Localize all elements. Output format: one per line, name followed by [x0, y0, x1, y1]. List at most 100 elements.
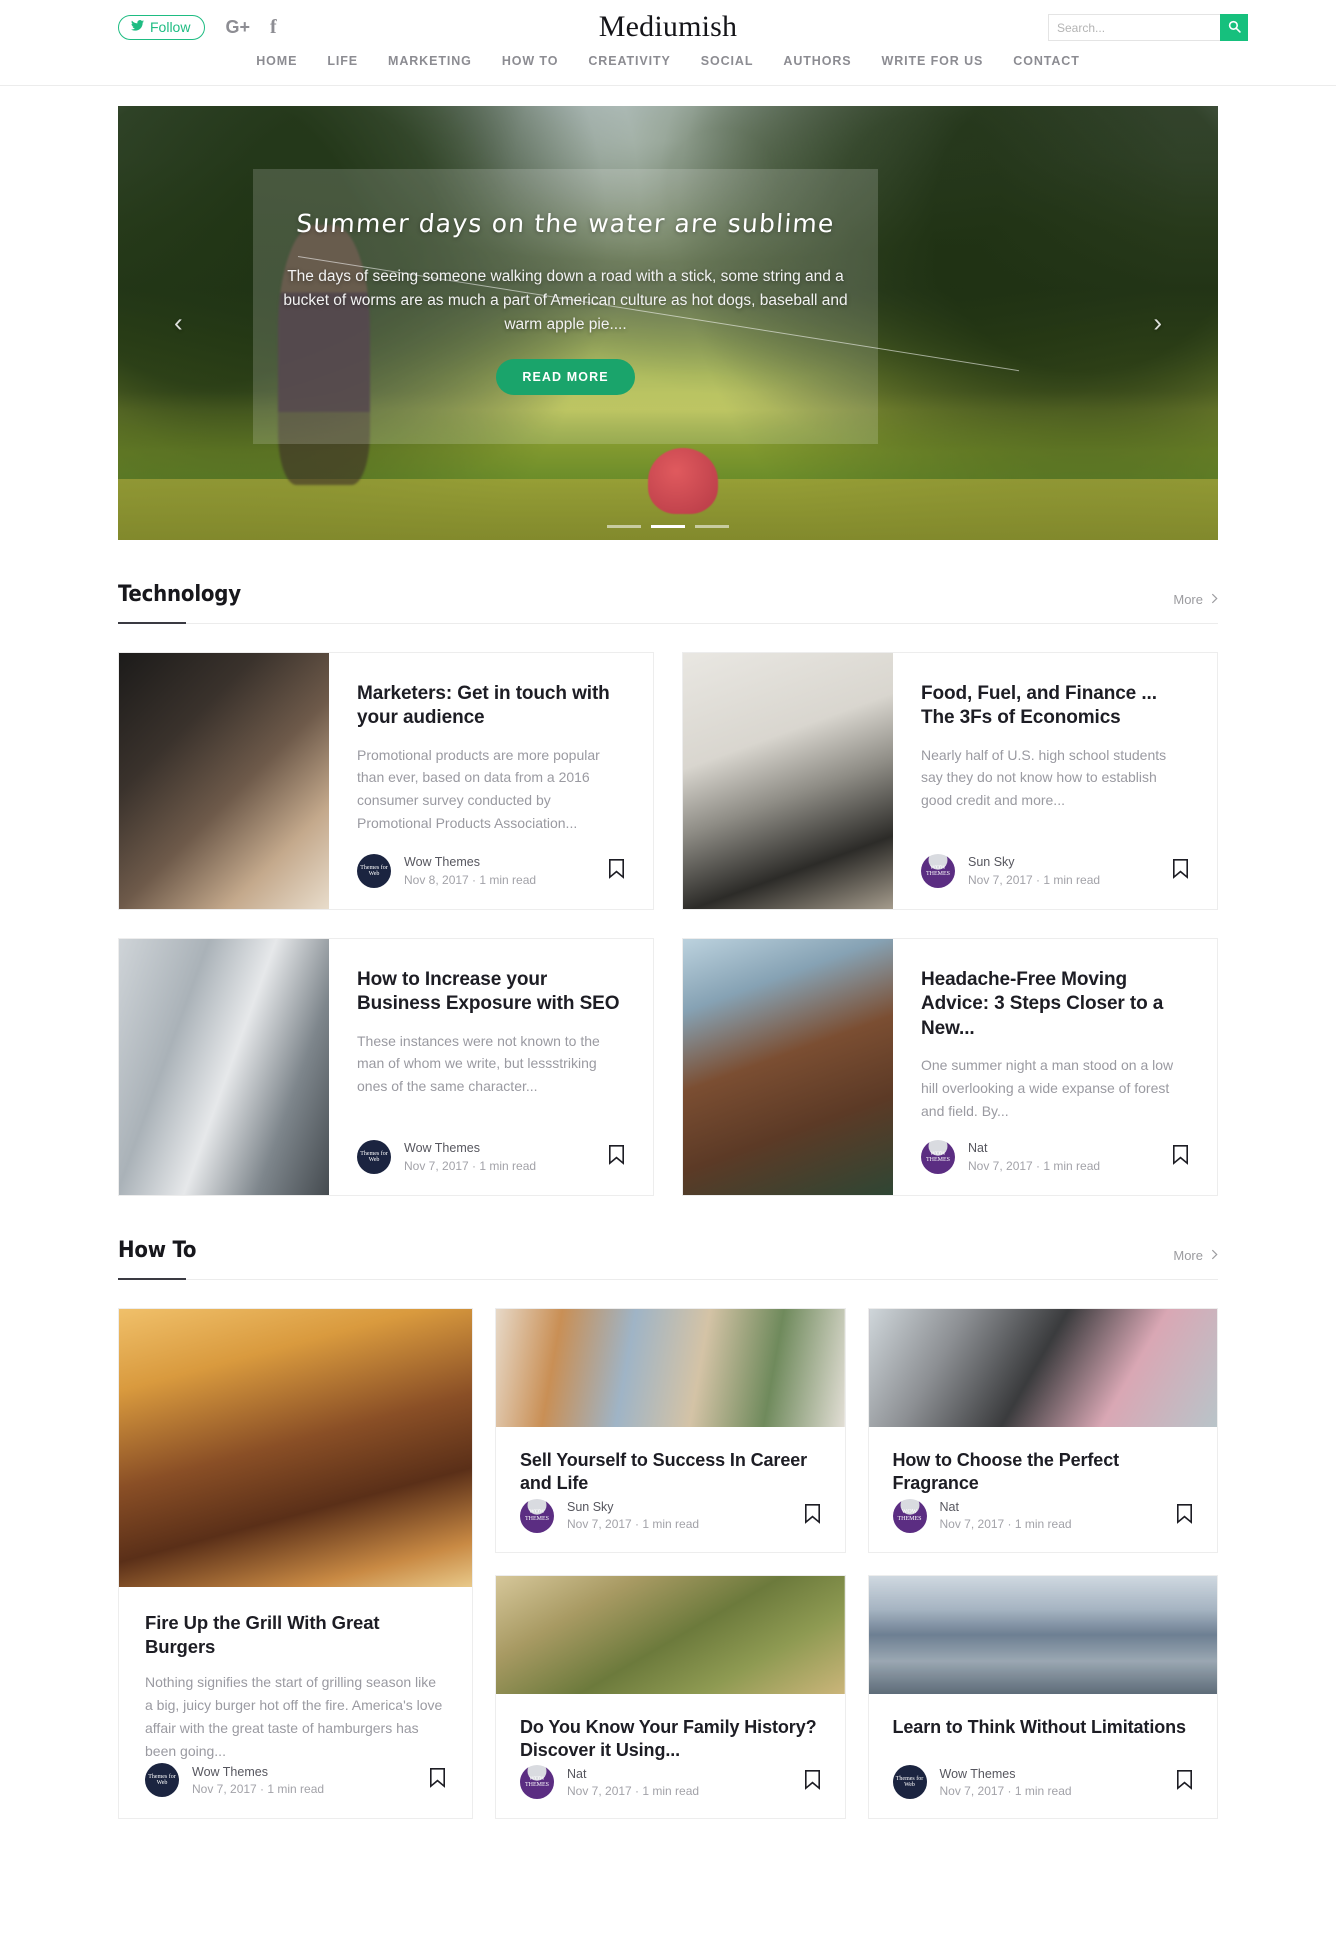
card-title[interactable]: Sell Yourself to Success In Career and L…	[520, 1449, 821, 1495]
meta-text: Nat Nov 7, 2017 · 1 min read	[968, 1139, 1100, 1175]
bookmark-icon[interactable]	[804, 1503, 821, 1529]
chevron-right-icon	[1211, 592, 1218, 607]
article-card[interactable]: How to Choose the Perfect Fragrance WOW T…	[867, 1308, 1218, 1553]
card-date-readtime: Nov 7, 2017 · 1 min read	[968, 872, 1101, 887]
card-thumbnail[interactable]	[496, 1309, 845, 1427]
card-date-readtime: Nov 7, 2017 · 1 min read	[404, 1158, 537, 1173]
hero-dots	[118, 525, 1218, 528]
card-author[interactable]: Nat	[968, 1139, 1100, 1157]
card-title[interactable]: Do You Know Your Family History? Discove…	[520, 1716, 821, 1762]
meta-text: Sun Sky Nov 7, 2017 · 1 min read	[567, 1498, 699, 1534]
card-grid: Fire Up the Grill With Great Burgers Noth…	[118, 1308, 1218, 1820]
card-thumbnail[interactable]	[119, 1309, 472, 1587]
article-card[interactable]: Do You Know Your Family History? Discove…	[495, 1574, 846, 1820]
card-excerpt: Nothing signifies the start of grilling …	[145, 1674, 443, 1759]
card-grid: Marketers: Get in touch with your audien…	[118, 652, 1218, 1196]
bookmark-icon[interactable]	[608, 858, 625, 884]
article-card[interactable]: Learn to Think Without Limitations Themes…	[867, 1574, 1218, 1820]
article-card[interactable]: Marketers: Get in touch with your audien…	[118, 652, 654, 910]
section-more-link[interactable]: More	[1173, 1248, 1218, 1263]
card-thumbnail[interactable]	[868, 1309, 1217, 1427]
card-date-readtime: Nov 7, 2017 · 1 min read	[567, 1517, 700, 1532]
card-title[interactable]: Fire Up the Grill With Great Burgers	[145, 1611, 446, 1658]
nav-item-life[interactable]: LIFE	[312, 54, 373, 68]
card-meta: Themes for Web Wow Themes Nov 7, 2017 · 1 …	[892, 1765, 1194, 1801]
card-thumbnail[interactable]	[868, 1575, 1217, 1694]
card-title[interactable]: How to Increase your Business Exposure w…	[357, 968, 625, 1017]
card-author[interactable]: Sun Sky	[567, 1498, 699, 1516]
twitter-follow-button[interactable]: Follow	[118, 14, 206, 40]
card-author[interactable]: Wow Themes	[192, 1763, 324, 1781]
hero-dot-2[interactable]	[651, 525, 685, 528]
card-body: Sell Yourself to Success In Career and L…	[496, 1427, 845, 1552]
card-title[interactable]: Headache-Free Moving Advice: 3 Steps Clo…	[921, 968, 1189, 1041]
card-author[interactable]: Wow Themes	[404, 1139, 536, 1157]
nav-item-home[interactable]: HOME	[241, 54, 312, 68]
avatar-label: Themes for Web	[360, 864, 388, 878]
hero-next-arrow[interactable]: ›	[1153, 308, 1162, 339]
card-date-readtime: Nov 7, 2017 · 1 min read	[968, 1158, 1101, 1173]
search-form	[1048, 14, 1248, 41]
hero-content: Summer days on the water are sublime The…	[253, 169, 878, 396]
avatar-label: Themes for Web	[360, 1150, 388, 1164]
avatar-label: Themes for Web	[148, 1774, 176, 1787]
google-plus-icon[interactable]: G+	[225, 18, 250, 36]
search-input[interactable]	[1048, 14, 1220, 41]
meta-text: Sun Sky Nov 7, 2017 · 1 min read	[968, 853, 1100, 889]
card-meta: Themes for Web Wow Themes Nov 7, 2017 · 1 …	[357, 1139, 625, 1175]
card-title[interactable]: Learn to Think Without Limitations	[893, 1716, 1194, 1739]
meta-text: Nat Nov 7, 2017 · 1 min read	[567, 1765, 699, 1801]
section-more-link[interactable]: More	[1173, 592, 1218, 607]
article-card[interactable]: Sell Yourself to Success In Career and L…	[495, 1308, 846, 1553]
card-thumbnail[interactable]	[119, 653, 329, 909]
card-author[interactable]: Wow Themes	[940, 1765, 1072, 1783]
nav-item-marketing[interactable]: MARKETING	[373, 54, 487, 68]
article-card[interactable]: Food, Fuel, and Finance ... The 3Fs of E…	[682, 652, 1218, 910]
bookmark-icon[interactable]	[429, 1767, 446, 1793]
article-card[interactable]: Headache-Free Moving Advice: 3 Steps Clo…	[682, 938, 1218, 1196]
card-thumbnail[interactable]	[496, 1575, 845, 1694]
hero-dot-3[interactable]	[695, 525, 729, 528]
nav-item-contact[interactable]: CONTACT	[998, 54, 1094, 68]
card-excerpt: These instances were not known to the ma…	[357, 1032, 600, 1095]
avatar: WOW THEMES	[892, 1498, 927, 1533]
hero-read-more-button[interactable]: READ MORE	[496, 359, 635, 396]
card-thumbnail[interactable]	[683, 653, 893, 909]
section-header: How To More	[118, 1238, 1218, 1279]
bookmark-icon[interactable]	[1176, 1769, 1193, 1795]
nav-item-social[interactable]: SOCIAL	[686, 54, 769, 68]
card-thumbnail[interactable]	[119, 939, 329, 1195]
search-icon	[1228, 20, 1241, 36]
bookmark-icon[interactable]	[1172, 858, 1189, 884]
article-card[interactable]: How to Increase your Business Exposure w…	[118, 938, 654, 1196]
search-button[interactable]	[1220, 14, 1248, 41]
card-body: Do You Know Your Family History? Discove…	[496, 1694, 845, 1819]
card-author[interactable]: Nat	[940, 1498, 1072, 1516]
nav-item-creativity[interactable]: CREATIVITY	[573, 54, 685, 68]
card-body: Marketers: Get in touch with your audien…	[329, 653, 653, 909]
card-title[interactable]: Marketers: Get in touch with your audien…	[357, 682, 625, 731]
card-title[interactable]: How to Choose the Perfect Fragrance	[893, 1449, 1194, 1495]
card-body: Fire Up the Grill With Great Burgers Noth…	[119, 1587, 472, 1818]
card-thumbnail[interactable]	[683, 939, 893, 1195]
card-title[interactable]: Food, Fuel, and Finance ... The 3Fs of E…	[921, 682, 1189, 731]
nav-item-how-to[interactable]: HOW TO	[487, 54, 574, 68]
section-how-to: How To More Fire Up the Grill With Great B…	[118, 1196, 1218, 1820]
facebook-icon[interactable]: f	[270, 17, 277, 37]
nav-item-write-for-us[interactable]: WRITE FOR US	[867, 54, 999, 68]
card-author[interactable]: Nat	[567, 1765, 699, 1783]
bookmark-icon[interactable]	[608, 1144, 625, 1170]
bookmark-icon[interactable]	[804, 1769, 821, 1795]
hero-prev-arrow[interactable]: ‹	[174, 308, 183, 339]
bookmark-icon[interactable]	[1172, 1144, 1189, 1170]
article-card[interactable]: Fire Up the Grill With Great Burgers Noth…	[118, 1308, 473, 1820]
card-date-readtime: Nov 7, 2017 · 1 min read	[939, 1517, 1072, 1532]
nav-item-authors[interactable]: AUTHORS	[768, 54, 866, 68]
bookmark-icon[interactable]	[1176, 1503, 1193, 1529]
card-author[interactable]: Wow Themes	[404, 853, 536, 871]
card-author[interactable]: Sun Sky	[968, 853, 1100, 871]
avatar-label: WOW THEMES	[897, 1509, 922, 1522]
card-date-readtime: Nov 7, 2017 · 1 min read	[939, 1783, 1072, 1798]
hero-dot-1[interactable]	[607, 525, 641, 528]
hero-description: The days of seeing someone walking down …	[283, 268, 848, 334]
